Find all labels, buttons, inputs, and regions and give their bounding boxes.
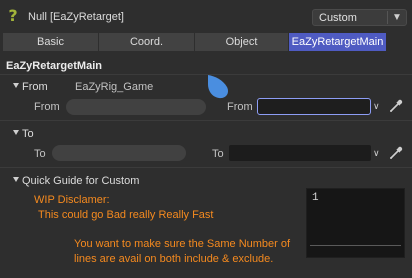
chevron-down-icon[interactable]: ∨ — [373, 101, 380, 112]
mode-dropdown[interactable]: Custom ▼ — [312, 9, 407, 26]
group-divider — [0, 167, 412, 168]
include-exclude-editor[interactable]: 1 — [306, 188, 405, 258]
tab-object[interactable]: Object — [195, 33, 289, 51]
disclaimer-title: WIP Disclamer: — [34, 194, 110, 206]
from-left-field[interactable] — [66, 99, 206, 115]
editor-line-number: 1 — [312, 192, 319, 204]
to-right-label: To — [212, 148, 224, 160]
editor-scroll-line — [310, 245, 401, 246]
from-group-title: From — [22, 81, 48, 93]
question-mark-icon[interactable]: ? — [5, 7, 21, 25]
group-divider — [0, 120, 412, 121]
disclaimer-text: This could go Bad really Really Fast — [38, 209, 214, 221]
to-group-title: To — [22, 128, 34, 140]
expand-triangle-icon — [13, 130, 19, 135]
cursor-icon — [208, 75, 229, 99]
from-preset-label: EaZyRig_Game — [75, 81, 154, 93]
attribute-manager: ? Null [EaZyRetarget] Custom ▼ Basic Coo… — [0, 0, 412, 278]
guide-group-title: Quick Guide for Custom — [22, 175, 140, 187]
tab-eazyretargetmain[interactable]: EaZyRetargetMain — [289, 33, 387, 51]
mode-dropdown-value: Custom — [319, 12, 357, 24]
from-right-label: From — [227, 101, 253, 113]
section-title: EaZyRetargetMain — [6, 60, 102, 72]
from-right-field[interactable] — [257, 98, 371, 115]
from-left-label: From — [34, 101, 60, 113]
picker-icon[interactable] — [388, 145, 404, 161]
dropdown-divider — [387, 11, 388, 24]
expand-triangle-icon — [13, 83, 19, 88]
to-left-field[interactable] — [52, 145, 186, 161]
expand-triangle-icon — [13, 177, 19, 182]
tab-basic[interactable]: Basic — [3, 33, 99, 51]
chevron-down-icon[interactable]: ∨ — [373, 148, 380, 159]
tab-coord[interactable]: Coord. — [99, 33, 195, 51]
chevron-down-icon: ▼ — [392, 12, 402, 23]
to-group-header[interactable]: To — [0, 125, 412, 143]
picker-icon[interactable] — [388, 98, 404, 114]
guide-info-line-2: lines are avail on both include & exclud… — [74, 253, 274, 265]
to-left-label: To — [34, 148, 46, 160]
guide-info-line-1: You want to make sure the Same Number of — [74, 238, 291, 250]
to-right-field[interactable] — [229, 145, 371, 161]
object-title: Null [EaZyRetarget] — [28, 11, 124, 23]
